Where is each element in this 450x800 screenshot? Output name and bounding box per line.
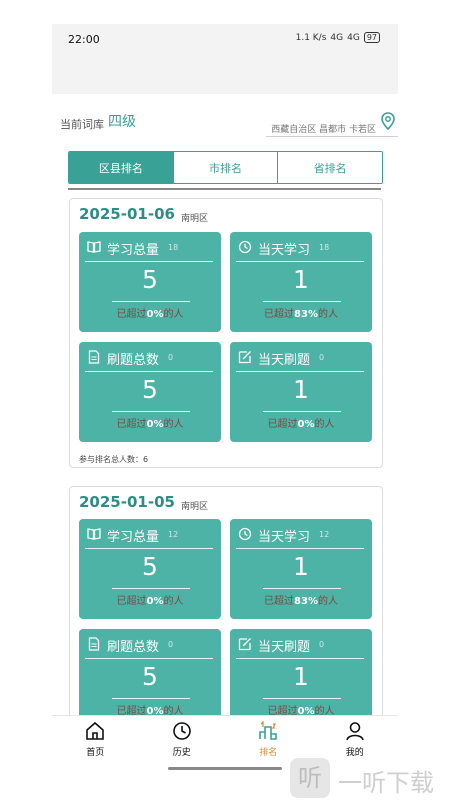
card-district: 南明区 [181, 214, 209, 224]
tile-small-value: 0 [168, 353, 174, 362]
tile-percent: 83% [294, 309, 318, 320]
signal-4g-1: 4G [330, 32, 344, 43]
stat-tile-today-quiz: 当天刷题 0 1 已超过0%的人 [230, 629, 372, 715]
document-icon [88, 637, 100, 651]
nav-label: 历史 [172, 748, 191, 758]
tile-footer: 已超过0%的人 [116, 419, 184, 430]
stat-tile-today-study: 当天学习 12 1 已超过83%的人 [230, 519, 372, 619]
tile-title: 当天刷题 [258, 640, 311, 655]
book-icon [87, 528, 101, 540]
person-icon [345, 722, 364, 741]
signal-4g-2: 4G [347, 32, 360, 43]
participant-count: 参与排名总人数：6 [79, 455, 149, 464]
stat-tile-today-study: 当天学习 18 1 已超过83%的人 [230, 232, 372, 332]
location-text[interactable]: 西藏自治区 昌都市 卡若区 [271, 122, 376, 135]
ranking-icon [259, 721, 278, 740]
tile-small-value: 0 [319, 353, 325, 362]
nav-home[interactable]: 首页 [52, 716, 139, 762]
tile-percent: 0% [146, 706, 164, 715]
ranking-list[interactable]: 2025-01-06 南明区 学习总量 18 5 已超过0%的人 当天学习 18… [0, 190, 450, 715]
document-icon [88, 350, 100, 364]
tile-footer: 已超过0%的人 [116, 596, 184, 607]
tile-title: 学习总量 [107, 243, 160, 258]
status-bar: 22:00 1.1 K/s 4G 4G 97 [52, 24, 398, 94]
tile-footer: 已超过83%的人 [264, 596, 338, 607]
tile-title: 当天学习 [258, 530, 311, 545]
card-date: 2025-01-06 [79, 205, 175, 223]
watermark-text: 一听下载 [338, 769, 434, 797]
home-indicator[interactable] [168, 767, 282, 770]
tile-small-value: 0 [168, 640, 174, 649]
home-icon [86, 721, 105, 740]
tile-small-value: 18 [319, 243, 330, 252]
book-icon [87, 241, 101, 253]
library-value[interactable]: 四级 [108, 111, 136, 131]
tab-district[interactable]: 区县排名 [69, 152, 174, 183]
tile-footer: 已超过0%的人 [116, 706, 184, 715]
status-icons: 1.1 K/s 4G 4G 97 [296, 32, 380, 43]
stat-tile-total-study: 学习总量 12 5 已超过0%的人 [79, 519, 221, 619]
nav-history[interactable]: 历史 [139, 716, 226, 762]
stat-tile-total-quiz: 刷题总数 0 5 已超过0%的人 [79, 342, 221, 442]
tile-value: 1 [293, 662, 309, 691]
tile-small-value: 0 [319, 640, 325, 649]
bottom-nav: 首页 历史 排名 我的 [52, 715, 398, 762]
tile-footer: 已超过0%的人 [116, 309, 184, 320]
battery-icon: 97 [363, 32, 380, 43]
nav-label: 首页 [86, 748, 105, 758]
clock-icon [238, 240, 252, 254]
edit-icon [238, 351, 251, 364]
tile-footer: 已超过0%的人 [267, 419, 335, 430]
tile-percent: 0% [146, 596, 164, 607]
location-underline [266, 136, 398, 137]
tile-title: 当天学习 [258, 243, 311, 258]
tile-footer: 已超过83%的人 [264, 309, 338, 320]
tile-value: 1 [293, 552, 309, 581]
ranking-tabs: 区县排名 市排名 省排名 [68, 151, 383, 184]
ranking-card: 2025-01-06 南明区 学习总量 18 5 已超过0%的人 当天学习 18… [69, 198, 383, 468]
ranking-card: 2025-01-05 南明区 学习总量 12 5 已超过0%的人 当天学习 12… [69, 486, 383, 715]
clock-icon [238, 527, 252, 541]
tile-percent: 0% [146, 309, 164, 320]
tile-title: 刷题总数 [107, 640, 160, 655]
location-pin-icon[interactable] [380, 112, 396, 130]
stat-tile-total-study: 学习总量 18 5 已超过0%的人 [79, 232, 221, 332]
watermark: 听 一听下载 [290, 756, 450, 800]
tile-value: 1 [293, 375, 309, 404]
tile-percent: 0% [146, 419, 164, 430]
edit-icon [238, 638, 251, 651]
tab-province[interactable]: 省排名 [278, 152, 382, 183]
tile-title: 刷题总数 [107, 353, 160, 368]
tile-value: 5 [142, 265, 158, 294]
tile-title: 当天刷题 [258, 353, 311, 368]
stat-tile-total-quiz: 刷题总数 0 5 已超过0%的人 [79, 629, 221, 715]
tile-value: 5 [142, 552, 158, 581]
tile-percent: 0% [297, 706, 315, 715]
library-label: 当前词库 [60, 118, 104, 131]
network-speed: 1.1 K/s [295, 32, 327, 43]
status-time: 22:00 [68, 33, 100, 46]
tile-footer: 已超过0%的人 [267, 706, 335, 715]
tab-city[interactable]: 市排名 [173, 152, 279, 183]
clock-icon [172, 722, 191, 740]
tile-value: 5 [142, 662, 158, 691]
stat-tile-today-quiz: 当天刷题 0 1 已超过0%的人 [230, 342, 372, 442]
tile-percent: 0% [297, 419, 315, 430]
tile-title: 学习总量 [107, 530, 160, 545]
library-bar: 当前词库 四级 西藏自治区 昌都市 卡若区 [60, 108, 398, 138]
tile-value: 1 [293, 265, 309, 294]
tile-small-value: 18 [168, 243, 179, 252]
watermark-logo: 听 [290, 758, 330, 798]
tile-small-value: 12 [168, 530, 179, 539]
card-date: 2025-01-05 [79, 493, 175, 511]
tile-small-value: 12 [319, 530, 330, 539]
card-district: 南明区 [181, 502, 209, 512]
tile-percent: 83% [294, 596, 318, 607]
tile-value: 5 [142, 375, 158, 404]
